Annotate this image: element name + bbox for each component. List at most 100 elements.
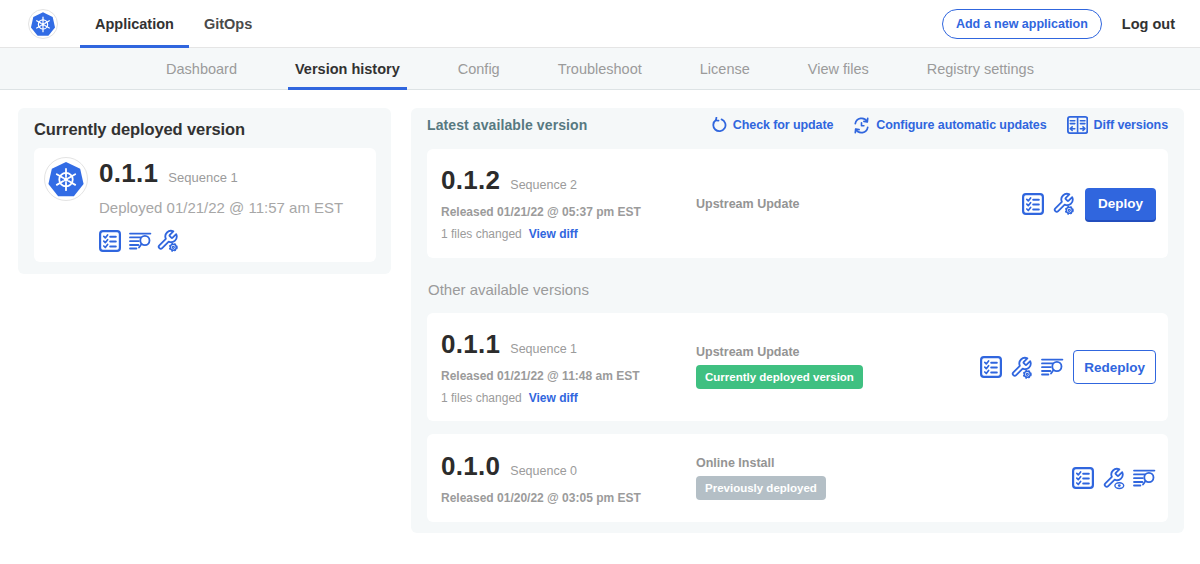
deploy-button[interactable]: Deploy (1085, 188, 1156, 220)
kubernetes-logo-icon (47, 160, 85, 198)
preflight-checklist-icon[interactable] (1022, 193, 1044, 215)
version-line: 0.1.2 Sequence 2 (441, 166, 696, 194)
configure-automatic-updates-link[interactable]: Configure automatic updates (853, 117, 1046, 134)
diff-icon (1067, 116, 1088, 134)
subnav-tab-dashboard[interactable]: Dashboard (166, 48, 237, 89)
subnav-tab-version-history[interactable]: Version history (295, 48, 400, 89)
version-row-0-1-2: 0.1.2 Sequence 2 Released 01/21/22 @ 05:… (427, 149, 1168, 258)
files-changed-line: 1 files changed View diff (441, 391, 696, 405)
top-nav: Application GitOps Add a new application… (0, 0, 1200, 48)
deployed-info: 0.1.1 Sequence 1 Deployed 01/21/22 @ 11:… (99, 159, 343, 252)
add-application-button[interactable]: Add a new application (942, 9, 1102, 39)
latest-available-header: Latest available version Check for updat… (427, 113, 1168, 137)
tab-application[interactable]: Application (80, 0, 189, 47)
subnav-tab-troubleshoot-label: Troubleshoot (558, 61, 642, 77)
currently-deployed-title: Currently deployed version (34, 120, 376, 139)
tab-gitops-label: GitOps (204, 16, 252, 32)
released-timestamp: Released 01/21/22 @ 11:48 am EST (441, 369, 696, 383)
version-source: Online Install Previously deployed (696, 456, 1072, 500)
version-row-0-1-1: 0.1.1 Sequence 1 Released 01/21/22 @ 11:… (427, 313, 1168, 421)
source-label: Upstream Update (696, 345, 980, 359)
version-line: 0.1.0 Sequence 0 (441, 452, 696, 480)
preflight-checklist-icon[interactable] (99, 230, 121, 252)
subnav-tab-license-label: License (700, 61, 750, 77)
view-diff-link[interactable]: View diff (529, 227, 578, 241)
version-actions: Redeploy (980, 350, 1156, 384)
sequence-label: Sequence 0 (510, 464, 577, 478)
version-line: 0.1.1 Sequence 1 (441, 330, 696, 358)
version-source: Upstream Update Currently deployed versi… (696, 345, 980, 389)
source-label: Online Install (696, 456, 1072, 470)
logout-link[interactable]: Log out (1122, 16, 1175, 32)
view-config-icon[interactable] (1102, 467, 1125, 490)
subnav-tab-view-files-label: View files (808, 61, 869, 77)
version-actions: Check for update Configure automatic upd… (691, 116, 1168, 134)
view-logs-icon[interactable] (1133, 469, 1156, 487)
diff-versions-label: Diff versions (1094, 118, 1168, 132)
view-diff-link[interactable]: View diff (529, 391, 578, 405)
kubernetes-logo-icon (30, 11, 56, 37)
version-info: 0.1.0 Sequence 0 Released 01/20/22 @ 03:… (441, 452, 696, 505)
subnav-tab-config[interactable]: Config (458, 48, 500, 89)
subnav-tab-dashboard-label: Dashboard (166, 61, 237, 77)
version-line: 0.1.1 Sequence 1 (99, 159, 343, 187)
edit-config-icon[interactable] (1010, 356, 1033, 379)
check-for-update-link[interactable]: Check for update (711, 117, 834, 133)
latest-available-title: Latest available version (427, 117, 587, 133)
tab-application-label: Application (95, 16, 174, 32)
currently-deployed-panel: Currently deployed version 0.1.1 Sequenc… (18, 108, 391, 274)
files-changed-label: 1 files changed (441, 391, 522, 405)
source-label: Upstream Update (696, 197, 1022, 211)
subnav-tab-view-files[interactable]: View files (808, 48, 869, 89)
version-history-panel: Latest available version Check for updat… (411, 108, 1184, 533)
app-icon-badge (44, 157, 88, 201)
version-actions (1072, 467, 1156, 490)
deployed-sequence-label: Sequence 1 (168, 170, 237, 185)
preflight-checklist-icon[interactable] (980, 356, 1002, 378)
previously-deployed-badge: Previously deployed (696, 476, 826, 500)
deployed-version-label: 0.1.1 (99, 159, 158, 187)
redeploy-button[interactable]: Redeploy (1073, 350, 1156, 384)
auto-update-icon (853, 117, 870, 134)
currently-deployed-badge: Currently deployed version (696, 365, 863, 389)
top-nav-right: Add a new application Log out (942, 0, 1200, 47)
version-info: 0.1.1 Sequence 1 Released 01/21/22 @ 11:… (441, 330, 696, 405)
version-row-0-1-0: 0.1.0 Sequence 0 Released 01/20/22 @ 03:… (427, 434, 1168, 522)
subnav-tab-license[interactable]: License (700, 48, 750, 89)
version-actions: Deploy (1022, 188, 1156, 220)
subnav-tab-troubleshoot[interactable]: Troubleshoot (558, 48, 642, 89)
version-label: 0.1.2 (441, 166, 500, 194)
preflight-checklist-icon[interactable] (1072, 467, 1094, 489)
subnav-tab-registry-settings[interactable]: Registry settings (927, 48, 1034, 89)
edit-config-icon[interactable] (1052, 192, 1075, 215)
files-changed-line: 1 files changed View diff (441, 227, 696, 241)
refresh-icon (711, 117, 727, 133)
sequence-label: Sequence 2 (510, 178, 577, 192)
deployed-actions (99, 229, 343, 252)
version-label: 0.1.0 (441, 452, 500, 480)
subnav-tab-config-label: Config (458, 61, 500, 77)
sequence-label: Sequence 1 (510, 342, 577, 356)
top-nav-tabs: Application GitOps (80, 0, 267, 47)
edit-config-icon[interactable] (156, 229, 179, 252)
view-logs-icon[interactable] (1041, 358, 1064, 376)
configure-automatic-updates-label: Configure automatic updates (876, 118, 1046, 132)
version-source: Upstream Update (696, 197, 1022, 211)
files-changed-label: 1 files changed (441, 227, 522, 241)
other-versions-heading: Other available versions (428, 281, 1168, 298)
app-logo[interactable] (28, 9, 58, 39)
version-label: 0.1.1 (441, 330, 500, 358)
app-subnav: Dashboard Version history Config Trouble… (0, 48, 1200, 90)
subnav-tab-version-history-label: Version history (295, 61, 400, 77)
version-info: 0.1.2 Sequence 2 Released 01/21/22 @ 05:… (441, 166, 696, 241)
main-content: Currently deployed version 0.1.1 Sequenc… (0, 90, 1200, 533)
check-for-update-label: Check for update (733, 118, 834, 132)
view-logs-icon[interactable] (129, 232, 152, 250)
released-timestamp: Released 01/21/22 @ 05:37 pm EST (441, 205, 696, 219)
diff-versions-link[interactable]: Diff versions (1067, 116, 1168, 134)
subnav-tab-registry-settings-label: Registry settings (927, 61, 1034, 77)
released-timestamp: Released 01/20/22 @ 03:05 pm EST (441, 491, 696, 505)
tab-gitops[interactable]: GitOps (189, 0, 267, 47)
currently-deployed-card: 0.1.1 Sequence 1 Deployed 01/21/22 @ 11:… (34, 148, 376, 262)
deployed-timestamp: Deployed 01/21/22 @ 11:57 am EST (99, 200, 343, 215)
